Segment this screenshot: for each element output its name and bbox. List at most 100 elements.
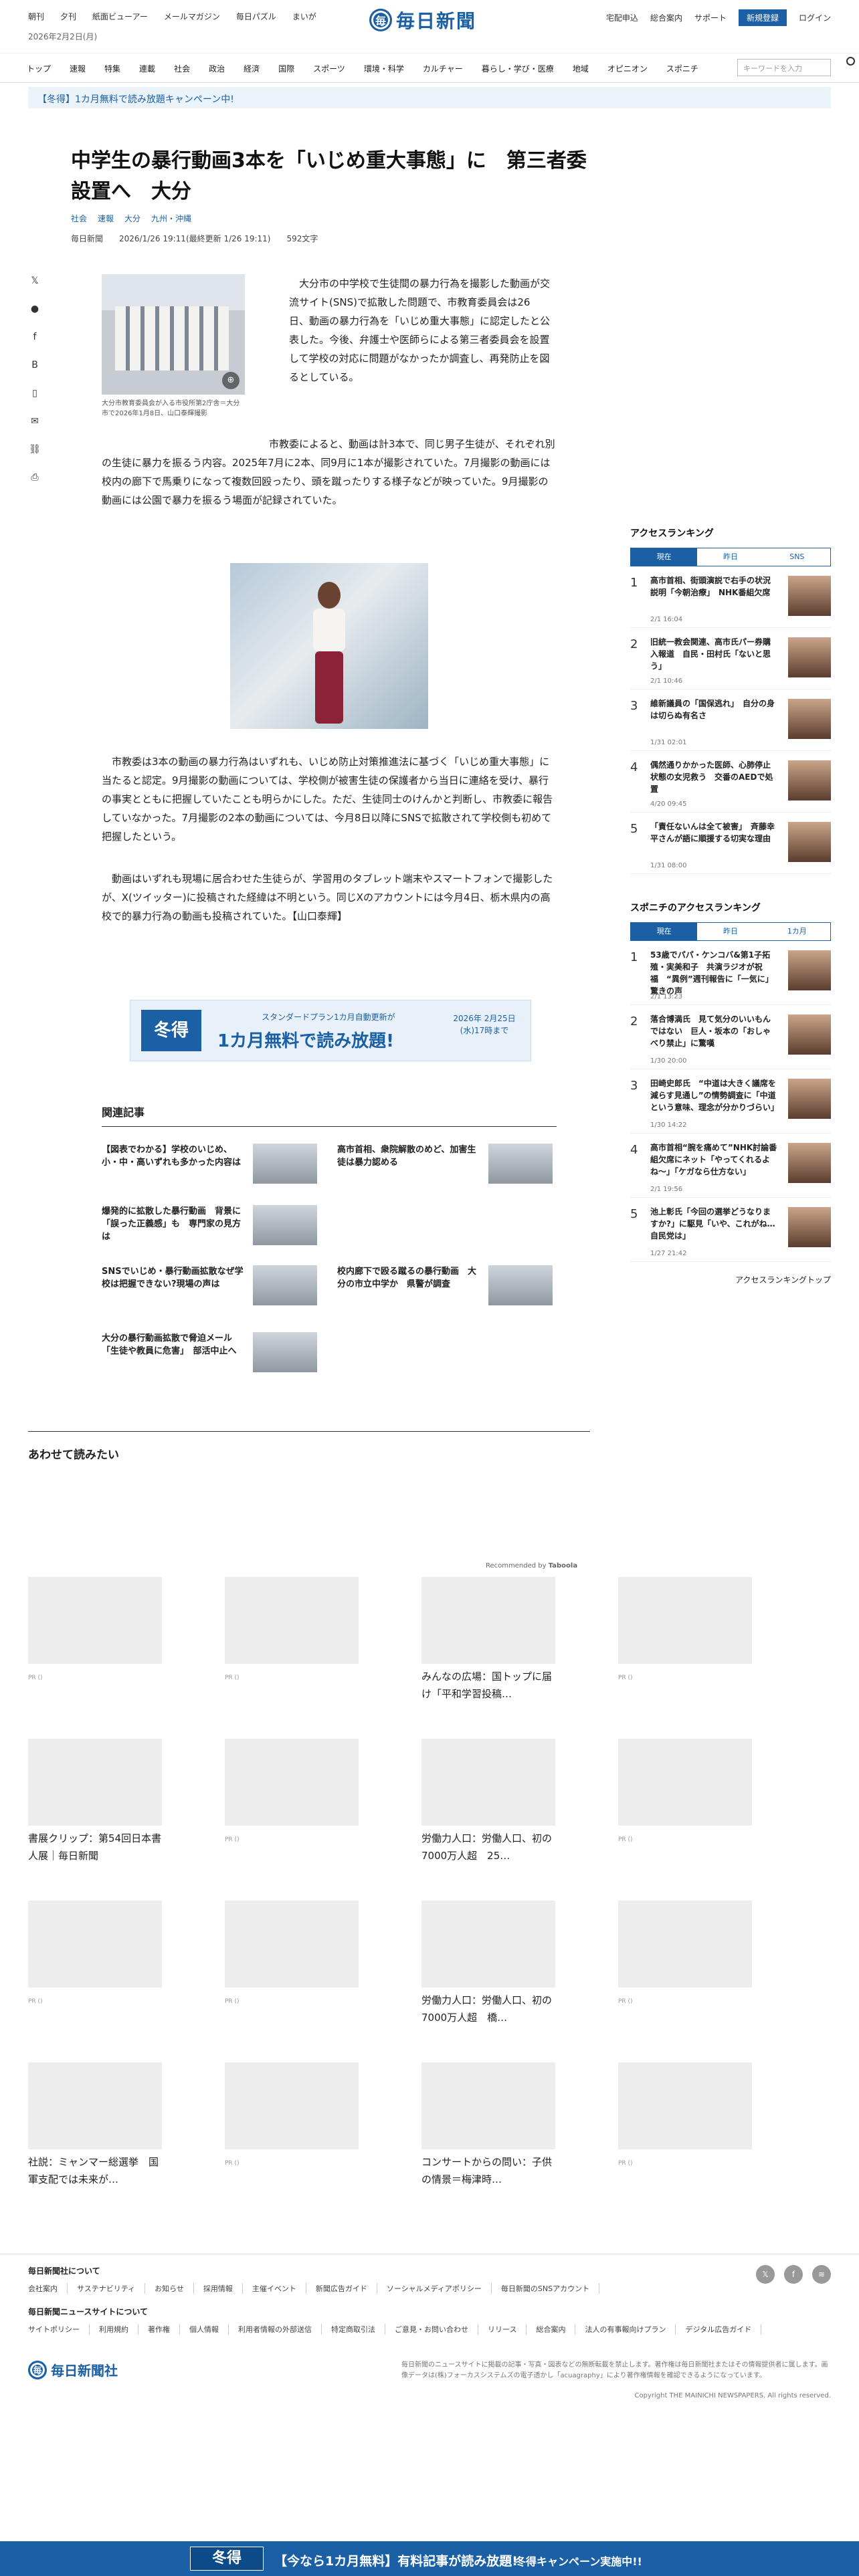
recommend-tile[interactable]: PR () — [618, 1739, 752, 1843]
recommend-tile[interactable]: コンサートからの問い：子供の情景＝梅津時… — [421, 2062, 555, 2188]
nav-item[interactable]: 社会 — [174, 63, 190, 74]
ranking-item[interactable]: 5 「責任ないんは全て被害」 斉藤幸平さんが語に順援する切実な理由 1/31 08:… — [630, 813, 831, 874]
tag-link[interactable]: 九州・沖縄 — [151, 213, 191, 224]
site-logo[interactable]: 毎 毎日新聞 — [369, 7, 490, 33]
tag-link[interactable]: 大分 — [124, 213, 140, 224]
ranking-item[interactable]: 4 高市首相“腕を痛めて”NHK討論番組欠席にネット「やってくれるよね〜」「ケガな… — [630, 1134, 831, 1198]
recommend-tile[interactable]: 労働力人口：労働人口、初の7000万人超 25… — [421, 1739, 555, 1864]
recommend-tile[interactable]: PR () — [618, 1901, 752, 2005]
footer-link[interactable]: 著作権 — [138, 2324, 180, 2335]
top-right-link[interactable]: サポート — [694, 12, 727, 23]
tab-yesterday[interactable]: 昨日 — [697, 548, 763, 566]
recommend-tile[interactable]: PR () — [618, 2062, 752, 2167]
nav-item[interactable]: カルチャー — [423, 63, 463, 74]
footer-link[interactable]: リリース — [478, 2324, 527, 2335]
tag-link[interactable]: 社会 — [71, 213, 87, 224]
facebook-icon[interactable]: f — [784, 2265, 803, 2284]
footer-logo[interactable]: 毎 毎日新聞社 — [28, 2360, 118, 2379]
recommend-tile[interactable]: 社説：ミャンマー総選挙 国軍支配では未来が… — [28, 2062, 162, 2188]
bookmark-icon[interactable]: ▯ — [28, 387, 41, 400]
footer-link[interactable]: お知らせ — [145, 2283, 194, 2294]
article-photo[interactable]: ⊕ — [102, 274, 245, 395]
footer-link[interactable]: 特定商取引法 — [322, 2324, 385, 2335]
related-item[interactable]: 【図表でわかる】学校のいじめ、小・中・高いずれも多かった内容は — [102, 1142, 322, 1185]
top-link[interactable]: まいが — [292, 11, 316, 22]
related-item[interactable]: 高市首相、衆院解散のめど、加害生徒は暴力認める — [337, 1142, 558, 1185]
recommend-tile[interactable]: PR () — [225, 1739, 359, 1843]
recommend-tile[interactable]: PR () — [225, 1901, 359, 2005]
top-link[interactable]: 夕刊 — [60, 11, 76, 22]
search-icon[interactable] — [846, 57, 855, 66]
tab-now[interactable]: 現在 — [631, 923, 698, 940]
footer-link[interactable]: 会社案内 — [28, 2283, 68, 2294]
nav-item[interactable]: 地域 — [573, 63, 589, 74]
ranking-item[interactable]: 2 旧統一教会関連、高市氏パー券購入報道 自民・田村氏「ないと思う」 2/1 10:… — [630, 628, 831, 689]
recommend-tile[interactable]: PR () — [28, 1901, 162, 2005]
recommend-tile[interactable]: PR () — [618, 1577, 752, 1681]
footer-link[interactable]: 採用情報 — [194, 2283, 243, 2294]
tag-link[interactable]: 速報 — [98, 213, 114, 224]
comment-icon[interactable]: ● — [28, 302, 41, 316]
ranking-more-link[interactable]: アクセスランキングトップ — [630, 1274, 831, 1285]
footer-link[interactable]: ご意見・お問い合わせ — [385, 2324, 478, 2335]
footer-link[interactable]: 新聞広告ガイド — [306, 2283, 377, 2294]
mail-icon[interactable]: ✉ — [28, 415, 41, 428]
hatena-icon[interactable]: B — [28, 358, 41, 372]
nav-item[interactable]: 連載 — [139, 63, 155, 74]
nav-item[interactable]: 政治 — [209, 63, 225, 74]
related-item[interactable]: SNSでいじめ・暴行動画拡散なぜ学校は把握できない?現場の声は — [102, 1264, 322, 1307]
nav-item[interactable]: 速報 — [70, 63, 86, 74]
ranking-item[interactable]: 2 落合博満氏 見て気分のいいもんではない 巨人・坂本の「おしゃべり禁止」に驚嘆 1… — [630, 1005, 831, 1069]
ranking-item[interactable]: 1 53歳でパパ・ケンコバ&第1子拓殖・実美和子 共演ラジオが祝福 “異例”週刊報… — [630, 941, 831, 1005]
footer-link[interactable]: 個人情報 — [180, 2324, 229, 2335]
campaign-banner[interactable]: 冬得 スタンダードプラン1カ月自動更新が 1カ月無料で読み放題! 2026年 2… — [130, 1000, 531, 1061]
top-link[interactable]: 毎日パズル — [236, 11, 276, 22]
recommend-tile[interactable]: みんなの広場：国トップに届け「平和学習投稿… — [421, 1577, 555, 1703]
top-right-link[interactable]: 宅配申込 — [606, 12, 638, 23]
nav-item[interactable]: 経済 — [244, 63, 260, 74]
x-share-icon[interactable]: 𝕏 — [28, 274, 41, 288]
ranking-title[interactable]: アクセスランキング — [630, 526, 831, 540]
nav-item[interactable]: トップ — [27, 63, 51, 74]
footer-link[interactable]: ソーシャルメディアポリシー — [377, 2283, 492, 2294]
footer-link[interactable]: 総合案内 — [527, 2324, 576, 2335]
recommend-tile[interactable]: 労働力人口：労働人口、初の7000万人超 橋… — [421, 1901, 555, 2026]
nav-item[interactable]: 暮らし・学び・医療 — [482, 63, 554, 74]
ranking-item[interactable]: 1 高市首相、街頭演説で右手の状況説明「今朝治療」 NHK番組欠席 2/1 16:0… — [630, 566, 831, 628]
recommend-tile[interactable]: PR () — [28, 1577, 162, 1681]
search-input[interactable]: キーワードを入力 — [737, 59, 831, 76]
ad-image-runner[interactable] — [230, 563, 428, 729]
recommend-tile[interactable]: PR () — [225, 1577, 359, 1681]
facebook-icon[interactable]: f — [28, 330, 41, 344]
nav-item[interactable]: スポニチ — [666, 63, 698, 74]
nav-item[interactable]: 環境・科学 — [364, 63, 404, 74]
related-item[interactable]: 大分の暴行動画拡散で脅迫メール 「生徒や教員に危害」 部活中止へ — [102, 1331, 322, 1374]
tab-sns[interactable]: SNS — [764, 548, 830, 566]
footer-link[interactable]: 毎日新聞のSNSアカウント — [492, 2283, 600, 2294]
footer-link[interactable]: 利用規約 — [90, 2324, 138, 2335]
link-icon[interactable]: ⛓ — [28, 443, 41, 456]
nav-item[interactable]: スポーツ — [313, 63, 345, 74]
print-icon[interactable]: ⎙ — [28, 471, 41, 484]
footer-link[interactable]: 法人の有事報向けプラン — [575, 2324, 676, 2335]
related-item[interactable]: 校内廊下で殴る蹴るの暴行動画 大分の市立中学か 県警が調査 — [337, 1264, 558, 1307]
footer-link[interactable]: 主催イベント — [243, 2283, 306, 2294]
recommend-tile[interactable]: PR () — [225, 2062, 359, 2167]
ranking-item[interactable]: 5 池上彰氏「今回の選挙どうなりますか?」に駆見「いや、これがね…自民党は」 1/2… — [630, 1198, 831, 1262]
related-item[interactable]: 爆発的に拡散した暴行動画 背景に「誤った正義感」も 専門家の見方は — [102, 1204, 322, 1247]
recommend-tile[interactable]: 書展クリップ：第54回日本書人展｜毎日新聞 — [28, 1739, 162, 1864]
zoom-icon[interactable]: ⊕ — [222, 372, 240, 389]
x-icon[interactable]: 𝕏 — [756, 2265, 775, 2284]
tab-yesterday[interactable]: 昨日 — [697, 923, 763, 940]
ranking-item[interactable]: 3 田崎史郎氏 “中道は大きく議席を減らす見通し”の情勢調査に「中道という意味、理… — [630, 1069, 831, 1134]
rss-icon[interactable]: ≋ — [812, 2265, 831, 2284]
top-link[interactable]: 朝刊 — [28, 11, 44, 22]
tab-now[interactable]: 現在 — [631, 548, 698, 566]
nav-item[interactable]: 特集 — [104, 63, 120, 74]
footer-link[interactable]: 利用者情報の外部送信 — [229, 2324, 322, 2335]
nav-item[interactable]: 国際 — [278, 63, 294, 74]
top-link[interactable]: 紙面ビューアー — [92, 11, 148, 22]
footer-link[interactable]: デジタル広告ガイド — [676, 2324, 762, 2335]
login-link[interactable]: ログイン — [799, 12, 831, 23]
footer-link[interactable]: サステナビリティ — [68, 2283, 146, 2294]
